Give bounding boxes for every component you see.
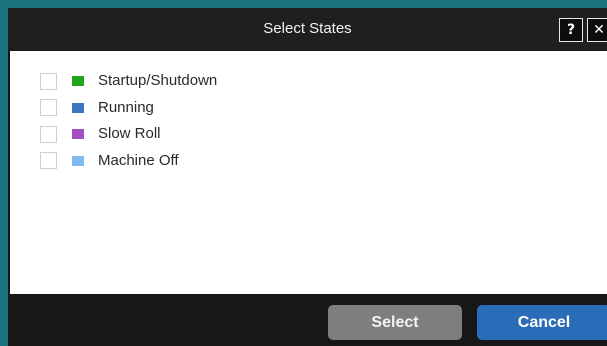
state-item-slow-roll[interactable]: Slow Roll [40,121,217,148]
state-label-machine-off: Machine Off [98,151,179,169]
close-button[interactable]: ✕ [587,18,607,42]
checkbox-startup-shutdown[interactable] [40,72,57,90]
state-item-startup-shutdown[interactable]: Startup/Shutdown [40,68,217,95]
state-label-running: Running [98,98,154,116]
state-label-slow-roll: Slow Roll [98,125,161,143]
state-item-machine-off[interactable]: Machine Off [40,148,217,175]
cancel-button[interactable]: Cancel [477,305,607,340]
color-swatch-slow-roll [72,129,84,140]
select-button[interactable]: Select [328,305,462,340]
select-states-dialog: Select States ? ✕ Startup/Shutdown Runni… [0,0,607,346]
state-label-startup-shutdown: Startup/Shutdown [98,72,218,90]
title-bar: Select States ? ✕ [8,8,607,50]
color-swatch-startup-shutdown [72,76,84,87]
checkbox-running[interactable] [40,99,57,117]
state-item-running[interactable]: Running [40,95,217,122]
states-panel: Startup/Shutdown Running Slow Roll Machi… [10,51,607,294]
color-swatch-machine-off [72,155,84,166]
checkbox-slow-roll[interactable] [40,125,57,143]
state-list: Startup/Shutdown Running Slow Roll Machi… [40,68,217,174]
checkbox-machine-off[interactable] [40,152,57,170]
help-button[interactable]: ? [559,18,583,42]
dialog-title: Select States [263,20,352,37]
color-swatch-running [72,102,84,113]
